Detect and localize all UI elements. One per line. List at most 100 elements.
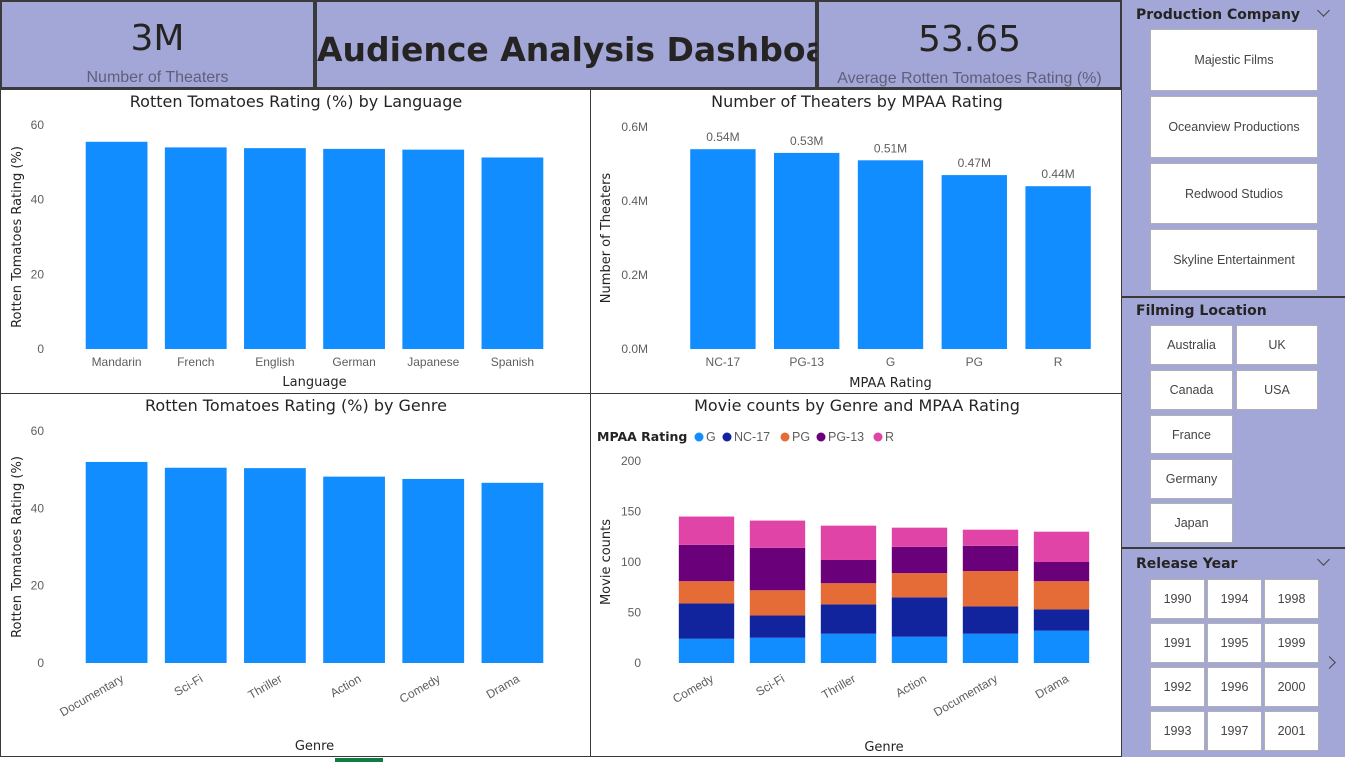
x-tick-label: Mandarin [92, 355, 142, 369]
slicer-item-year[interactable]: 1999 [1264, 623, 1319, 663]
x-tick-label: Sci-Fi [753, 671, 787, 698]
slicer-item-year[interactable]: 1996 [1207, 667, 1262, 707]
bar-segment [678, 581, 735, 604]
x-tick-label: Thriller [819, 671, 858, 701]
bar-segment [749, 520, 806, 548]
slicer-item-location[interactable]: Australia [1150, 325, 1233, 365]
slicer-title-production: Production Company [1136, 7, 1301, 23]
legend-label: PG-13 [828, 430, 864, 444]
kpi-rating-value: 53.65 [917, 19, 1022, 60]
legend-title: MPAA Rating [597, 429, 687, 444]
kpi-rating-card[interactable]: 53.65 Average Rotten Tomatoes Rating (%) [817, 0, 1122, 89]
slicer-item-year[interactable]: 1994 [1207, 579, 1262, 619]
slicer-item-location[interactable]: USA [1236, 370, 1318, 410]
chart-panel-genre[interactable]: Rotten Tomatoes Rating (%) by Genre 0 20 40… [0, 393, 591, 757]
y-tick-label: 20 [31, 267, 45, 281]
bar-segment [1033, 609, 1090, 631]
chart-panel-movie-counts[interactable]: Movie counts by Genre and MPAA Rating 0 50… [590, 393, 1122, 757]
chart-title: Rotten Tomatoes Rating (%) by Language [130, 92, 462, 111]
slicer-item-year[interactable]: 2001 [1264, 711, 1319, 751]
y-tick-label: 20 [31, 579, 45, 593]
chart-theaters-by-mpaa: Number of Theaters by MPAA Rating 0.0M 0.2… [599, 92, 1091, 391]
y-axis-label: Rotten Tomatoes Rating (%) [10, 146, 25, 328]
legend-label: NC-17 [734, 430, 770, 444]
x-axis-label: Language [282, 375, 346, 390]
bar-segment [962, 606, 1019, 634]
sheet-tab-accent[interactable] [335, 758, 383, 762]
y-tick-label: 100 [621, 555, 641, 569]
bar-segment [891, 573, 948, 598]
bar-segment [891, 636, 948, 663]
slicer-item-year[interactable]: 1991 [1150, 623, 1205, 663]
slicer-item-location[interactable]: Japan [1150, 503, 1233, 543]
slicer-item-production[interactable]: Majestic Films [1150, 29, 1318, 91]
x-tick-label: Comedy [670, 671, 716, 705]
bar-segment [678, 516, 735, 545]
legend-label: PG [792, 430, 810, 444]
y-tick-label: 0 [37, 656, 44, 670]
slicer-item-year[interactable]: 1995 [1207, 623, 1262, 663]
dashboard-root: 3M Number of Theaters Audience Analysis … [0, 0, 1350, 762]
chart-rating-by-genre: Rotten Tomatoes Rating (%) by Genre 0 20 40… [10, 396, 544, 754]
bar-segment [678, 638, 735, 663]
bar-segment [749, 590, 806, 616]
slicer-item-year[interactable]: 1998 [1264, 579, 1319, 619]
bar-segment [678, 603, 735, 639]
kpi-theaters-card[interactable]: 3M Number of Theaters [0, 0, 315, 89]
bar-segment [820, 559, 877, 584]
bar-segment [678, 544, 735, 582]
bar [774, 152, 840, 349]
y-axis-label: Movie counts [599, 519, 614, 605]
y-tick-label: 0 [634, 656, 641, 670]
slicer-item-location[interactable]: Canada [1150, 370, 1233, 410]
bar-segment [1033, 630, 1090, 663]
bar-segment [820, 604, 877, 634]
x-tick-label: Documentary [57, 671, 126, 719]
chart-panel-theaters[interactable]: Number of Theaters by MPAA Rating 0.0M 0.2… [590, 89, 1122, 394]
x-tick-label: Action [893, 671, 929, 700]
x-tick-label: Spanish [491, 355, 534, 369]
slicer-item-production[interactable]: Skyline Entertainment [1150, 229, 1318, 291]
slicer-item-location[interactable]: Germany [1150, 459, 1233, 499]
chart-rating-by-language: Rotten Tomatoes Rating (%) by Language 0 2… [10, 92, 544, 390]
slicer-item-year[interactable]: 1992 [1150, 667, 1205, 707]
bar-segment [891, 527, 948, 547]
data-label: 0.54M [706, 130, 739, 144]
x-tick-label: PG-13 [789, 355, 824, 369]
slicer-item-year[interactable]: 2000 [1264, 667, 1319, 707]
x-tick-label: English [255, 355, 294, 369]
slicer-divider [1122, 296, 1345, 298]
chart-panel-language[interactable]: Rotten Tomatoes Rating (%) by Language 0 2… [0, 89, 591, 394]
legend-label: R [885, 430, 894, 444]
slicer-item-year[interactable]: 1993 [1150, 711, 1205, 751]
bar [244, 148, 306, 349]
slicer-item-production[interactable]: Oceanview Productions [1150, 96, 1318, 158]
x-tick-label: Drama [1033, 671, 1071, 701]
slicer-item-year[interactable]: 1997 [1207, 711, 1262, 751]
slicer-item-location[interactable]: UK [1236, 325, 1318, 365]
bar [85, 461, 148, 663]
bar-segment [962, 529, 1019, 546]
slicer-item-location[interactable]: France [1150, 415, 1233, 454]
x-tick-label: German [332, 355, 375, 369]
bar-segment [1033, 531, 1090, 562]
bar [941, 175, 1007, 349]
bar [323, 148, 385, 349]
x-tick-label: French [177, 355, 214, 369]
chart-title: Rotten Tomatoes Rating (%) by Genre [145, 396, 447, 415]
data-label: 0.53M [790, 134, 823, 148]
legend-marker [722, 432, 732, 442]
bar-segment [749, 637, 806, 663]
bar [690, 149, 756, 349]
bar-segment [962, 633, 1019, 663]
bar-segment [749, 547, 806, 591]
slicer-item-year[interactable]: 1990 [1150, 579, 1205, 619]
dashboard-title: Audience Analysis Dashboard [317, 30, 868, 69]
bar-segment [1033, 562, 1090, 582]
data-label: 0.47M [958, 156, 991, 170]
x-tick-label: Comedy [397, 671, 443, 705]
legend-marker [780, 432, 790, 442]
slicer-item-production[interactable]: Redwood Studios [1150, 163, 1318, 224]
bar-segment [962, 545, 1019, 572]
y-tick-label: 0 [37, 342, 44, 356]
